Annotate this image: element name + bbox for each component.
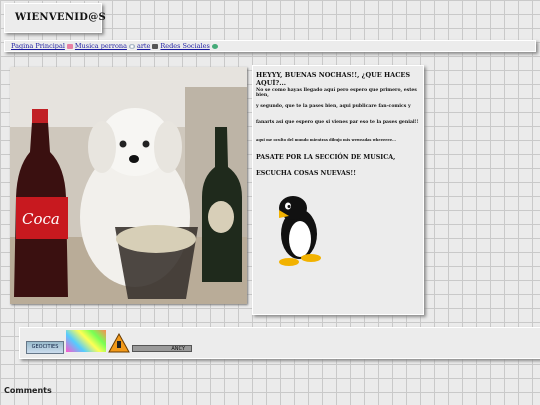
comments-heading: Comments [4, 386, 52, 395]
title-panel: WIENVENID@S [4, 3, 106, 33]
dog-with-coke-photo: Coca [10, 67, 247, 304]
music-callout-line: ESCUCHA COSAS NUEVAS!! [256, 170, 356, 177]
welcome-text-small: aqui me oculto del mundo mientras dibujo… [256, 138, 396, 142]
music-callout-line: PASATE POR LA SECCIÓN DE MUSICA, [256, 154, 396, 161]
cake-icon [66, 43, 73, 49]
construction-sign-icon[interactable] [108, 333, 130, 353]
welcome-text-line: fanarts asi que espero que si vienes par… [256, 120, 419, 125]
svg-text:Coca: Coca [22, 210, 60, 228]
nav-bar: Pagina Principal Musica perrona arte Redes … [4, 40, 536, 52]
welcome-text-panel: HEYYY, BUENAS NOCHAS!!, ¿QUE HACES AQUÍ?… [252, 65, 424, 315]
welcome-heading: HEYYY, BUENAS NOCHAS!!, ¿QUE HACES AQUÍ?… [256, 71, 411, 87]
cd-icon [128, 43, 135, 49]
welcome-text-line: y segundo, que te la pases bien, aqui pu… [256, 104, 411, 109]
welcome-text-line: No se como hayas llegado aquí pero esper… [256, 88, 417, 98]
nav-link-arte[interactable]: arte [137, 42, 150, 50]
badges-panel: GEOCITIES ANCY [19, 327, 540, 359]
page-title: WIENVENID@S [15, 12, 107, 23]
nav-link-pagina-principal[interactable]: Pagina Principal [11, 42, 65, 50]
colorful-pixel-badge[interactable] [66, 330, 106, 352]
ancy-badge[interactable]: ANCY [132, 345, 192, 352]
music-note-icon [152, 43, 159, 49]
nav-link-musica[interactable]: Musica perrona [75, 42, 127, 50]
globe-icon [211, 43, 218, 49]
geocities-badge[interactable]: GEOCITIES [26, 341, 64, 354]
nav-link-redes-sociales[interactable]: Redes Sociales [160, 42, 209, 50]
tux-penguin-icon [279, 196, 321, 266]
